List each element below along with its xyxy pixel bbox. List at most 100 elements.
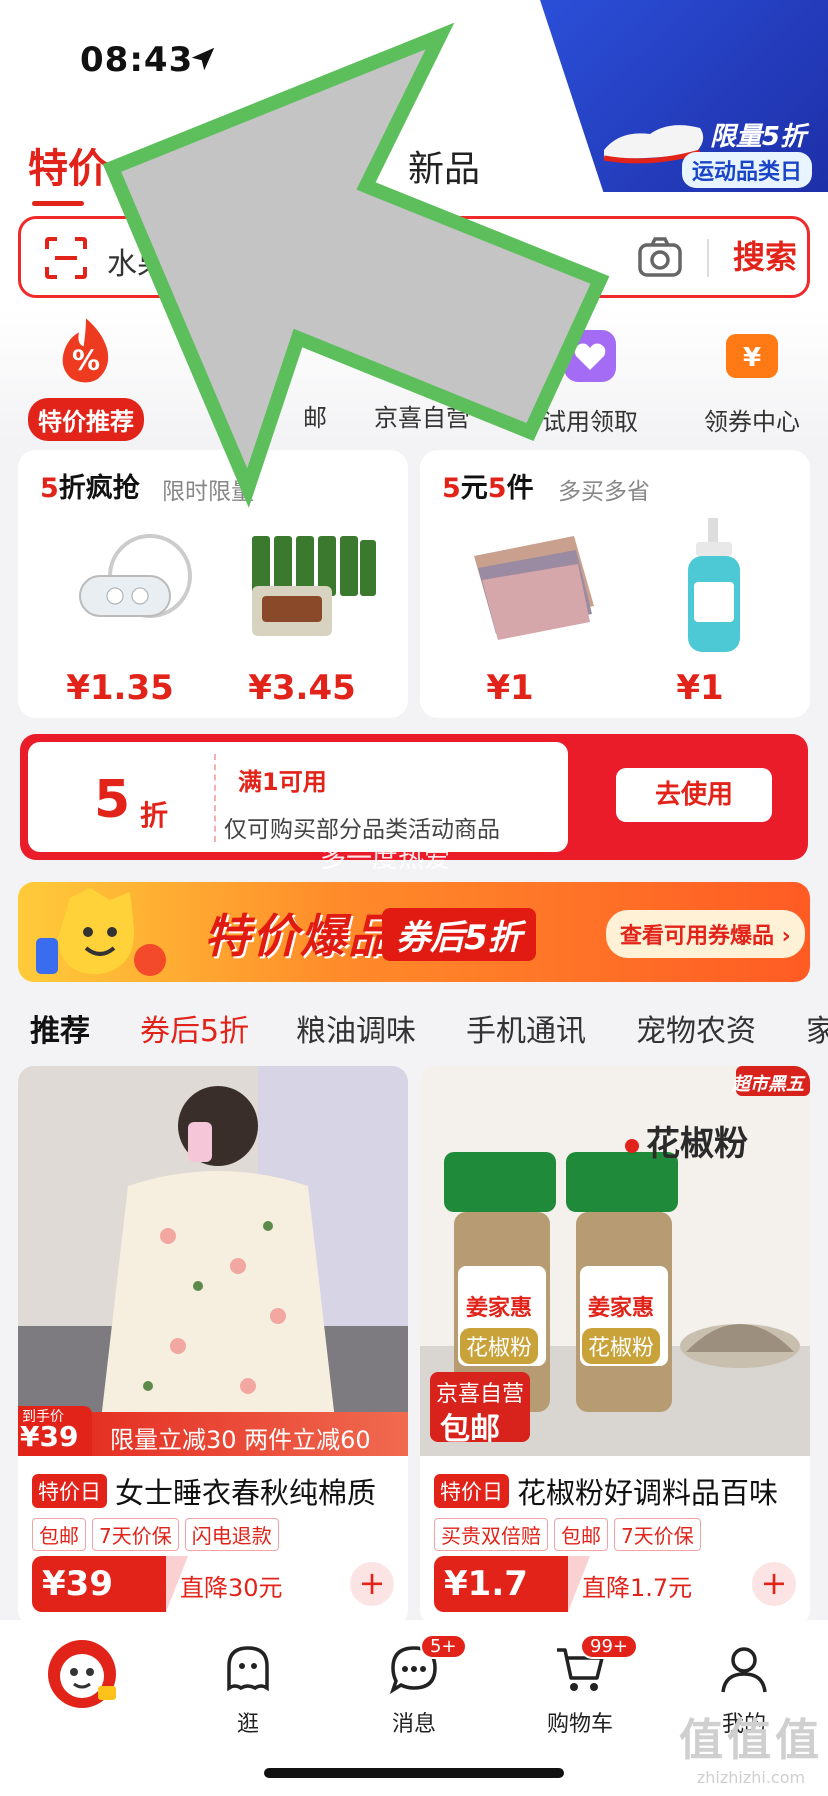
coupon-card: 5 折 满1可用 仅可购买部分品类活动商品 <box>28 742 568 852</box>
feed-tab-half-off[interactable]: 券后5折 <box>140 1006 249 1050</box>
deal-price: ¥3.45 <box>248 668 356 708</box>
hot-deals-banner[interactable]: 特价爆品 券后5折 查看可用券爆品 › <box>18 882 810 982</box>
product-price-drop: 直降30元 <box>180 1574 283 1602</box>
image-heading: 花椒粉 <box>646 1124 748 1164</box>
deal-five-for-five[interactable]: 5元5件 多买多省 ¥1 ¥1 <box>420 450 810 718</box>
search-bar[interactable]: 水果 搜索 <box>18 216 810 298</box>
feed-tab-recommend[interactable]: 推荐 <box>30 1006 90 1050</box>
feed-tab-grain-oil[interactable]: 粮油调味 <box>296 1006 416 1050</box>
product-price: ¥1.7 <box>434 1556 590 1612</box>
category-coupon-center[interactable]: ¥ 领券中心 <box>672 316 828 437</box>
coupon-condition: 满1可用 <box>238 768 327 796</box>
camera-icon[interactable] <box>637 235 683 279</box>
product-chips: 买贵双倍赔 包邮 7天价保 <box>434 1518 707 1551</box>
corner-promo-label: 超市黑五 <box>732 1074 804 1095</box>
coupon-divider <box>214 754 216 842</box>
ghost-browse-icon <box>227 1646 269 1692</box>
nav-home[interactable] <box>22 1632 142 1722</box>
deal-subtitle: 多买多省 <box>558 479 650 505</box>
category-label: 领券中心 <box>704 408 800 436</box>
deal-price: ¥1 <box>486 668 534 708</box>
towels-product-image <box>474 536 594 640</box>
location-arrow-icon <box>191 47 215 71</box>
free-shipping-icon <box>250 326 310 386</box>
product-card[interactable]: 到手价 ¥39 限量立减30 两件立减60 特价日 女士睡衣春秋纯棉质 包邮 7天价… <box>18 1066 408 1626</box>
category-label: 京喜自营 <box>374 404 470 432</box>
category-special-recommend[interactable]: % 特价推荐 <box>6 316 166 441</box>
heart-gift-icon <box>564 330 616 382</box>
view-hot-deals-button[interactable]: 查看可用券爆品 › <box>606 910 805 958</box>
service-chip: 包邮 <box>32 1518 86 1551</box>
product-tag: 特价日 <box>32 1474 107 1508</box>
messages-badge: 5+ <box>420 1634 467 1659</box>
site-watermark-url: zhizhizhi.com <box>696 1768 806 1787</box>
coupon-banner[interactable]: 5 折 满1可用 仅可购买部分品类活动商品 去使用 多一度热爱 <box>20 734 808 874</box>
overlay-price: ¥39 <box>20 1420 79 1453</box>
coupon-discount-unit: 折 <box>140 799 169 832</box>
deal-title: 5元5件 <box>442 473 534 504</box>
product-title: 特价日 花椒粉好调料品百味 <box>434 1470 778 1512</box>
search-divider <box>707 239 709 277</box>
product-card[interactable]: 超市黑五 花椒粉 姜家惠 姜家惠 花椒粉 花椒粉 京喜自营 包邮 特价日 花椒粉好… <box>420 1066 810 1626</box>
product-tag: 特价日 <box>434 1474 509 1508</box>
mascot-icon <box>36 888 166 976</box>
category-label: 试用领取 <box>542 408 638 436</box>
site-watermark-logo: 值值值 <box>679 1715 823 1766</box>
overlay-price-box: 到手价 ¥39 <box>18 1406 92 1456</box>
jar-label: 花椒粉 <box>582 1328 661 1364</box>
tab-special-price[interactable]: 特价 <box>28 136 108 206</box>
nav-cart[interactable]: 99+ 购物车 <box>520 1634 640 1738</box>
product-title: 特价日 女士睡衣春秋纯棉质 <box>32 1470 376 1512</box>
product-chips: 包邮 7天价保 闪电退款 <box>32 1518 285 1551</box>
nav-browse[interactable]: 逛 <box>188 1642 308 1738</box>
svg-text:%: % <box>72 344 100 377</box>
coupon-discount-value: 5 <box>94 770 131 830</box>
cleaner-bottle-product-image <box>688 518 740 652</box>
use-coupon-button[interactable]: 去使用 <box>616 768 772 822</box>
category-row: % 特价推荐 邮 京喜自营 试用领取 ¥ 领券中心 <box>0 316 828 441</box>
image-badge-free-ship: 包邮 <box>440 1412 500 1447</box>
home-indicator[interactable] <box>264 1768 564 1778</box>
promo-line-2: 运动品类日 <box>681 152 812 188</box>
pajamas-product-image <box>18 1066 408 1456</box>
seasoning-jars-product-image <box>252 536 376 636</box>
category-jingxi-self[interactable]: 京喜自营 <box>342 316 502 433</box>
promo-line-1: 限量5折 <box>709 122 806 152</box>
deal-half-price[interactable]: 5折疯抢 限时限量 ¥1.35 ¥3.45 <box>18 450 408 718</box>
jingxi-self-icon <box>392 326 452 386</box>
add-to-cart-button[interactable]: + <box>350 1562 394 1606</box>
scan-icon[interactable] <box>45 237 87 279</box>
top-tabs: 特价 新 新品 <box>0 132 540 206</box>
feed-tabs: 推荐 券后5折 粮油调味 手机通讯 宠物农资 家 <box>0 996 828 1056</box>
product-price: ¥39 <box>32 1556 188 1612</box>
jar-brand: 姜家惠 <box>466 1296 533 1321</box>
jar-brand: 姜家惠 <box>588 1296 655 1321</box>
product-price-drop: 直降1.7元 <box>582 1574 693 1602</box>
search-button[interactable]: 搜索 <box>721 219 809 295</box>
tab-new-products[interactable]: 新品 <box>408 140 480 192</box>
nav-messages[interactable]: 5+ 消息 <box>354 1634 474 1738</box>
hot-deals-badge: 券后5折 <box>382 908 536 961</box>
deal-subtitle: 限时限量 <box>162 479 254 505</box>
cart-badge: 99+ <box>580 1634 638 1659</box>
nose-clip-product-image <box>79 534 192 618</box>
nav-label: 逛 <box>236 1712 259 1737</box>
service-chip: 买贵双倍赔 <box>434 1518 548 1551</box>
svg-text:¥: ¥ <box>743 343 761 373</box>
feed-tab-home[interactable]: 家 <box>806 1006 828 1050</box>
site-watermark: 值值值 zhizhizhi.com <box>676 1704 826 1787</box>
feed-tab-phones[interactable]: 手机通讯 <box>466 1006 586 1050</box>
service-chip: 7天价保 <box>614 1518 701 1551</box>
service-chip: 7天价保 <box>92 1518 179 1551</box>
search-input[interactable]: 水果 <box>107 239 167 283</box>
add-to-cart-button[interactable]: + <box>752 1562 796 1606</box>
nav-label: 消息 <box>391 1712 436 1737</box>
tab-new-partial[interactable]: 新 <box>150 140 186 192</box>
overlay-promo-text: 限量立减30 两件立减60 <box>110 1426 371 1454</box>
feed-tab-pets-farm[interactable]: 宠物农资 <box>636 1006 756 1050</box>
price-overlay-strip: 到手价 ¥39 限量立减30 两件立减60 <box>18 1406 408 1456</box>
coupon-watermark: 多一度热爱 <box>320 844 451 874</box>
deal-price: ¥1.35 <box>66 668 174 708</box>
category-free-shipping[interactable]: 邮 <box>200 316 360 433</box>
category-trial[interactable]: 试用领取 <box>510 316 670 437</box>
